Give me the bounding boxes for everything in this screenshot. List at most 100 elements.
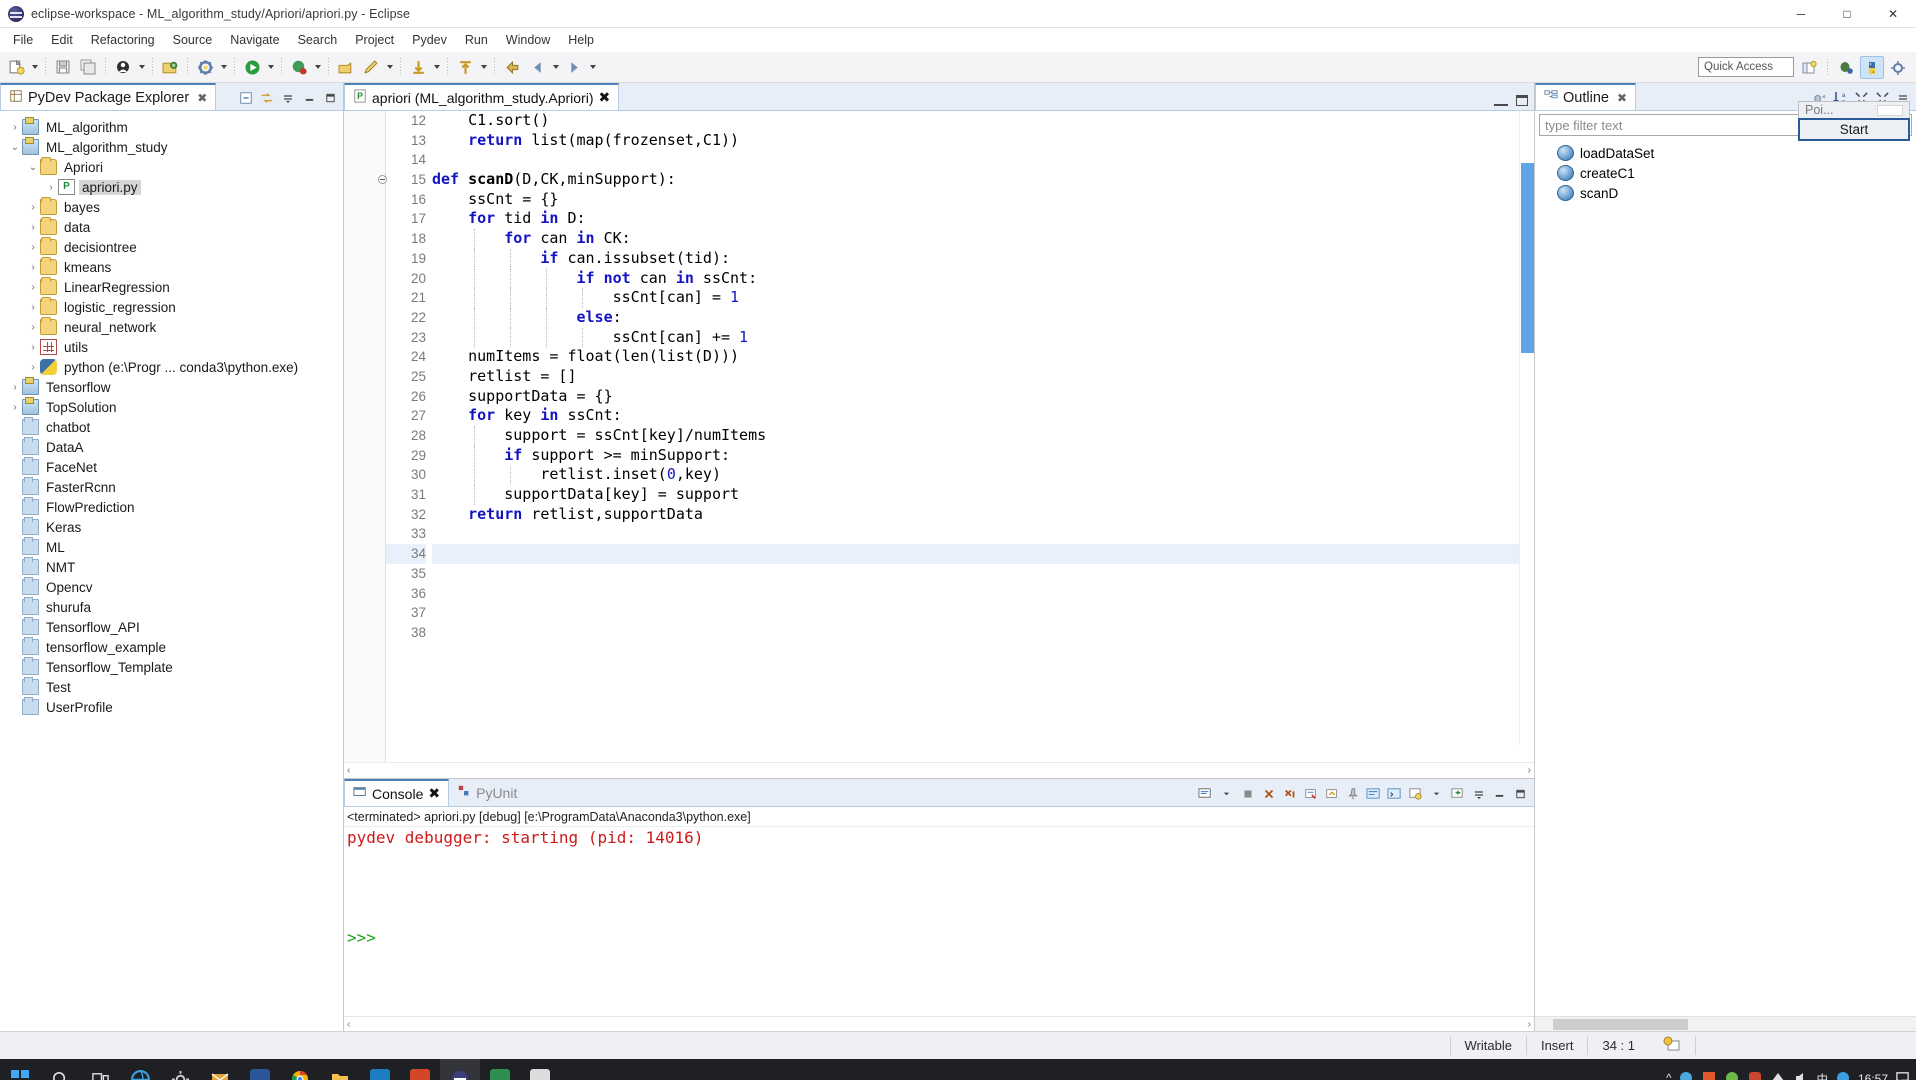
expand-arrow-icon[interactable]: › [26,342,40,353]
start-button[interactable]: Start [1798,118,1910,141]
tray-app-3-icon[interactable] [1724,1070,1740,1080]
menu-run[interactable]: Run [456,31,497,49]
pycharm-icon[interactable] [480,1059,520,1080]
tree-item[interactable]: Opencv [0,577,343,597]
external-tools-icon[interactable] [334,55,358,79]
outline-item[interactable]: scanD [1535,183,1916,203]
project-tree[interactable]: › ML_algorithm ⌄ ML_algorithm_study ⌄ Apriori… [0,111,343,1031]
tree-item[interactable]: FaceNet [0,457,343,477]
code-line[interactable]: C1.sort() [432,111,1534,131]
outline-items[interactable]: loadDataSet createC1 scanD [1535,138,1916,1016]
java-perspective-icon[interactable] [1886,56,1910,79]
tree-item[interactable]: Keras [0,517,343,537]
open-perspective-icon[interactable] [1797,56,1821,79]
close-icon[interactable]: ✖ [598,89,610,106]
word-wrap-icon[interactable] [1364,784,1383,803]
forward-dropdown-icon[interactable] [587,55,598,79]
menu-file[interactable]: File [4,31,42,49]
maximize-icon[interactable] [321,89,339,107]
tree-item[interactable]: ⌄ ML_algorithm_study [0,137,343,157]
next-annotation-icon[interactable] [406,55,430,79]
pencil-dropdown-icon[interactable] [384,55,395,79]
display-selected-console-icon[interactable] [1196,784,1215,803]
tree-item[interactable]: › Tensorflow [0,377,343,397]
tab-pydev-package-explorer[interactable]: PyDev Package Explorer ✖ [0,83,217,110]
vscode-icon[interactable] [360,1059,400,1080]
scroll-right-arrow[interactable]: › [1528,765,1531,776]
tree-item[interactable]: › data [0,217,343,237]
tab-pyunit[interactable]: PyUnit [449,779,525,806]
forward-icon[interactable] [562,55,586,79]
tree-item[interactable]: › kmeans [0,257,343,277]
previous-annotation-icon[interactable] [453,55,477,79]
menu-pydev[interactable]: Pydev [403,31,456,49]
debug-perspective-icon[interactable] [1834,56,1858,79]
code-area[interactable]: 12 13 14 15 16 17 18 19 20 21 22 23 24 25 26 27 28 29 30 31… [344,111,1534,762]
tree-item[interactable]: DataA [0,437,343,457]
debug-icon[interactable] [287,55,311,79]
eclipse-icon[interactable] [440,1059,480,1080]
remove-launch-icon[interactable] [1259,784,1278,803]
code-line[interactable] [432,584,1534,604]
open-type-icon[interactable] [111,55,135,79]
run-icon[interactable] [240,55,264,79]
code-line[interactable]: for can in CK: [432,229,1534,249]
pydev-package-icon[interactable] [158,55,182,79]
tree-item[interactable]: FasterRcnn [0,477,343,497]
menu-window[interactable]: Window [497,31,559,49]
expand-arrow-icon[interactable]: › [8,402,22,413]
menu-edit[interactable]: Edit [42,31,82,49]
code-line[interactable]: ssCnt = {} [432,190,1534,210]
close-icon[interactable]: ✖ [428,785,440,802]
code-line[interactable]: def scanD(D,CK,minSupport): [432,170,1534,190]
tree-item[interactable]: › neural_network [0,317,343,337]
code-line[interactable]: if not can in ssCnt: [432,269,1534,289]
expand-arrow-icon[interactable]: › [26,282,40,293]
tree-item[interactable]: Tensorflow_API [0,617,343,637]
task-view-icon[interactable] [80,1059,120,1080]
maximize-icon[interactable] [1511,784,1530,803]
notifications-icon[interactable] [1895,1070,1910,1080]
tray-app-5-icon[interactable] [1835,1070,1851,1080]
tree-item[interactable]: NMT [0,557,343,577]
code-line[interactable]: return list(map(frozenset,C1)) [432,131,1534,151]
maximize-button[interactable]: □ [1824,0,1870,28]
tree-item[interactable]: › bayes [0,197,343,217]
scroll-lock-icon[interactable] [1322,784,1341,803]
next-annotation-dropdown-icon[interactable] [431,55,442,79]
code-line[interactable]: retlist.inset(0,key) [432,465,1534,485]
build-dropdown-icon[interactable] [218,55,229,79]
tray-app-2-icon[interactable] [1701,1070,1717,1080]
expand-arrow-icon[interactable]: › [8,382,22,393]
tray-chevron-icon[interactable]: ^ [1666,1073,1671,1080]
link-with-editor-icon[interactable] [258,89,276,107]
tree-item[interactable]: ML [0,537,343,557]
remove-all-terminated-icon[interactable] [1280,784,1299,803]
ie-icon[interactable] [120,1059,160,1080]
open-console-icon[interactable] [1406,784,1425,803]
view-menu-icon[interactable] [1469,784,1488,803]
word-icon[interactable] [240,1059,280,1080]
smart-insert-icon[interactable] [1649,1036,1695,1055]
start-tooltip-popup[interactable]: Poi... Start [1798,101,1910,141]
new-file-dropdown-icon[interactable] [29,55,40,79]
mail-icon[interactable] [200,1059,240,1080]
minimize-icon[interactable] [1490,784,1509,803]
show-console-icon[interactable] [1385,784,1404,803]
annotation-ruler[interactable] [344,111,386,762]
console-dropdown-icon[interactable] [1217,784,1236,803]
tree-item[interactable]: tensorflow_example [0,637,343,657]
debug-dropdown-icon[interactable] [312,55,323,79]
scroll-left-arrow[interactable]: ‹ [347,765,350,776]
expand-arrow-icon[interactable]: › [26,202,40,213]
previous-annotation-dropdown-icon[interactable] [478,55,489,79]
code-line[interactable] [432,603,1534,623]
tree-item[interactable]: › utils [0,337,343,357]
menu-navigate[interactable]: Navigate [221,31,288,49]
back-icon[interactable] [525,55,549,79]
back-dropdown-icon[interactable] [550,55,561,79]
clock[interactable]: 16:57 [1858,1072,1888,1080]
view-menu-icon[interactable] [279,89,297,107]
expand-arrow-icon[interactable]: › [8,122,22,133]
collapse-all-icon[interactable] [237,89,255,107]
